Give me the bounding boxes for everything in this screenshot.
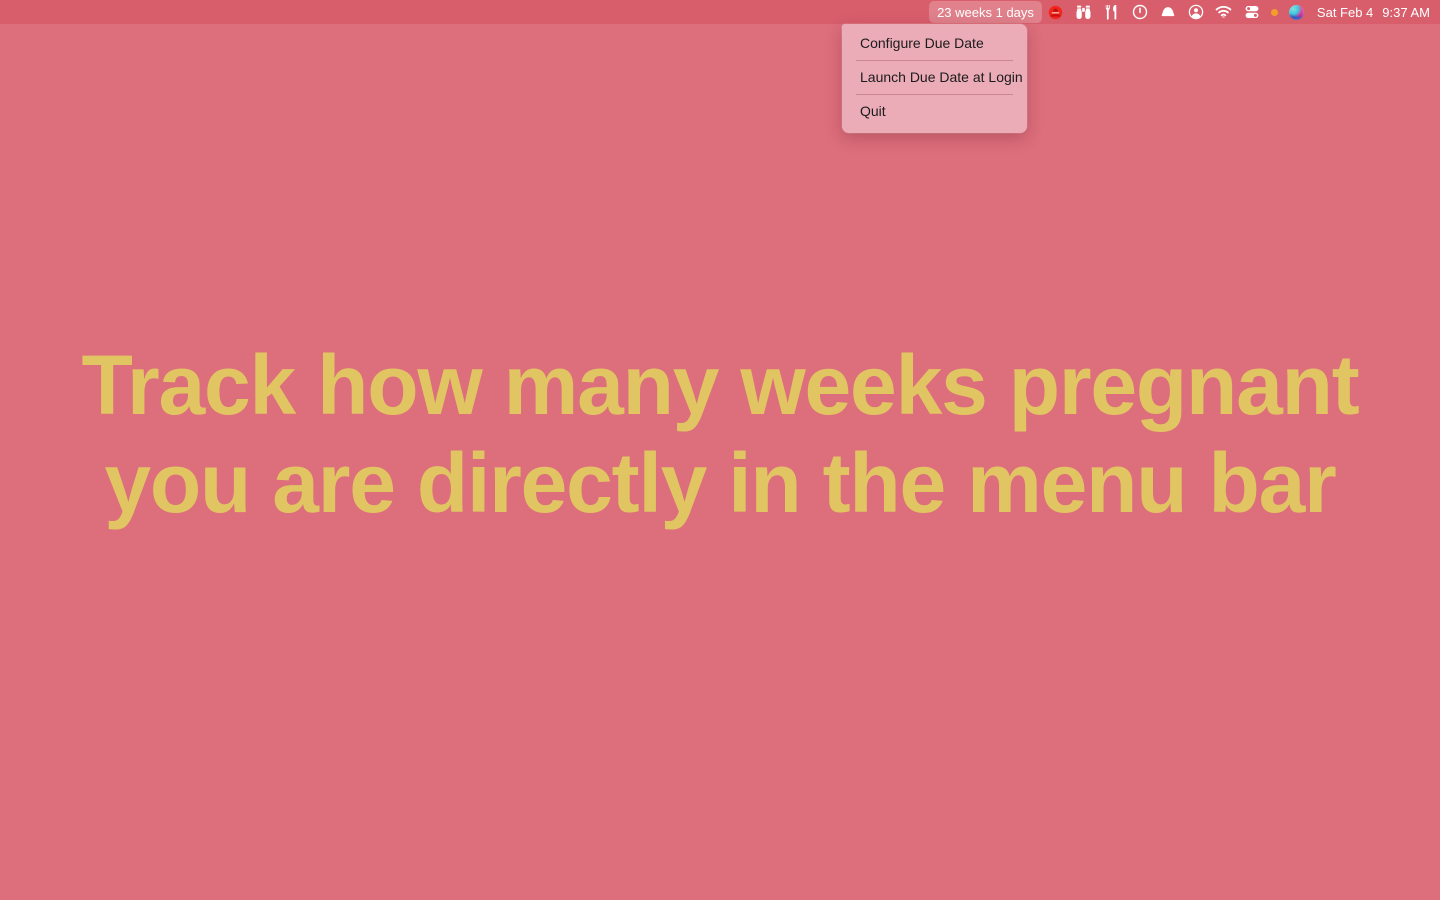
binoculars-icon[interactable] <box>1070 1 1098 23</box>
menu-bar-item-due-date-label: 23 weeks 1 days <box>937 4 1034 20</box>
menu-item-launch-due-date-at-login[interactable]: Launch Due Date at Login <box>846 62 1023 93</box>
hero-headline-line-1: Track how many weeks pregnant <box>81 338 1359 432</box>
wifi-icon[interactable] <box>1210 1 1238 23</box>
menu-bar-status-items: 23 weeks 1 days Sat Feb 4 9:37 AM <box>929 1 1430 23</box>
menu-item-configure-due-date[interactable]: Configure Due Date <box>846 28 1023 59</box>
menu-row-quit: Quit <box>842 96 1027 127</box>
menu-item-quit[interactable]: Quit <box>846 96 1023 127</box>
menu-bar-item-due-date[interactable]: 23 weeks 1 days <box>929 1 1042 23</box>
bell-icon[interactable] <box>1154 1 1182 23</box>
menu-separator-2 <box>856 94 1013 95</box>
siri-orb-icon[interactable] <box>1283 1 1311 23</box>
power-circle-icon[interactable] <box>1126 1 1154 23</box>
hero-headline-line-2: you are directly in the menu bar <box>104 436 1336 530</box>
do-not-disturb-icon[interactable] <box>1042 1 1070 23</box>
orange-indicator-dot <box>1270 8 1278 16</box>
menu-separator-1 <box>856 60 1013 61</box>
menu-row-configure-due-date: Configure Due Date <box>842 28 1027 59</box>
desktop-wallpaper: Track how many weeks pregnant you are di… <box>0 0 1440 900</box>
menu-bar: 23 weeks 1 days Sat Feb 4 9:37 AM <box>0 0 1440 24</box>
user-circle-icon[interactable] <box>1182 1 1210 23</box>
control-center-icon[interactable] <box>1238 1 1266 23</box>
fork-knife-icon[interactable] <box>1098 1 1126 23</box>
due-date-dropdown-menu: Configure Due Date Launch Due Date at Lo… <box>842 24 1027 133</box>
menu-bar-time: 9:37 AM <box>1382 4 1430 20</box>
menu-row-launch-at-login: Launch Due Date at Login <box>842 62 1027 93</box>
hero-headline: Track how many weeks pregnant you are di… <box>0 336 1440 532</box>
menu-bar-date: Sat Feb 4 <box>1316 4 1374 20</box>
menu-bar-clock[interactable]: Sat Feb 4 9:37 AM <box>1311 5 1430 20</box>
